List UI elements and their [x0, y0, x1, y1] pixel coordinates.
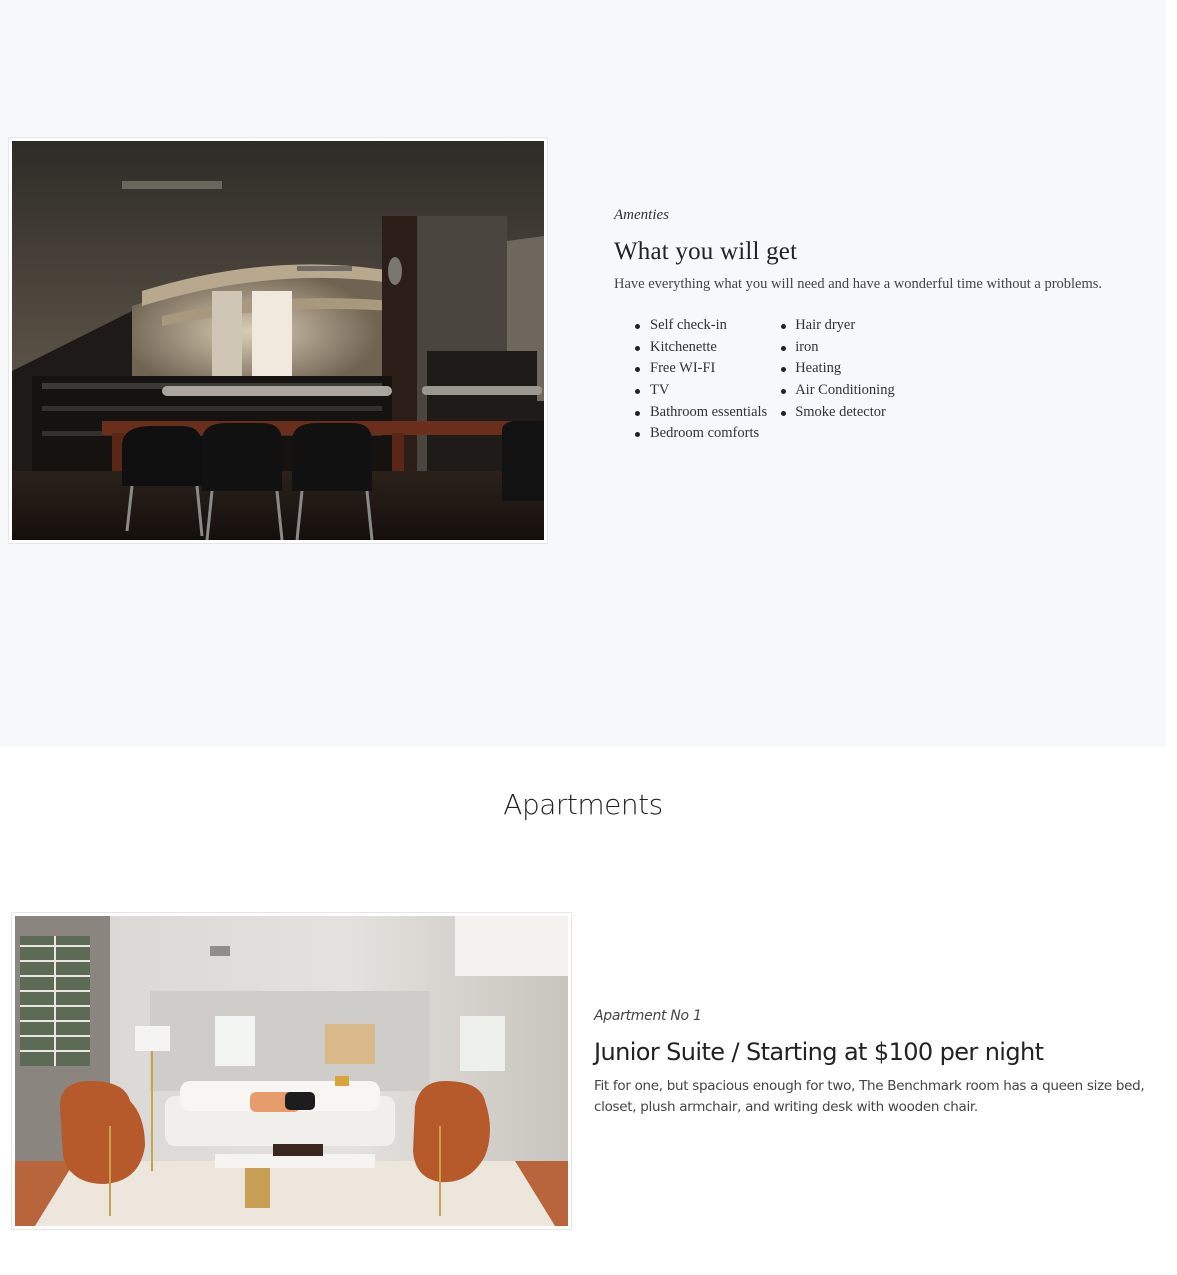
- amenities-description: Have everything what you will need and h…: [614, 276, 1103, 292]
- amenities-section: Amenties What you will get Have everythi…: [0, 0, 1166, 747]
- amenity-item: TV: [614, 380, 767, 402]
- apartment-description: Fit for one, but spacious enough for two…: [594, 1078, 1145, 1115]
- amenities-eyebrow: Amenties: [614, 207, 669, 223]
- amenity-item: Heating: [781, 358, 895, 380]
- amenity-item: Self check-in: [614, 315, 767, 337]
- amenity-item: Hair dryer: [781, 315, 895, 337]
- library-interior-photo: [12, 141, 544, 540]
- apartment-number: Apartment No 1: [594, 1008, 702, 1024]
- living-room-photo: [15, 916, 568, 1226]
- amenity-item: Bathroom essentials: [614, 402, 767, 424]
- amenity-item: Free WI-FI: [614, 358, 767, 380]
- amenities-title: What you will get: [614, 238, 798, 265]
- amenity-item: Air Conditioning: [781, 380, 895, 402]
- amenity-item: Bedroom comforts: [614, 423, 767, 445]
- library-photo-frame: [8, 137, 548, 544]
- amenity-item: iron: [781, 337, 895, 359]
- apartment-title[interactable]: Junior Suite / Starting at $100 per nigh…: [594, 1038, 1154, 1066]
- amenities-list-left: Self check-in Kitchenette Free WI-FI TV …: [614, 315, 767, 445]
- apartment-photo-frame: [11, 912, 572, 1230]
- apartment-card-text: Apartment No 1 Junior Suite / Starting a…: [594, 1008, 1154, 1118]
- amenities-text: Amenties What you will get Have everythi…: [614, 207, 1154, 445]
- apartments-heading: Apartments: [503, 788, 663, 821]
- amenity-item: Kitchenette: [614, 337, 767, 359]
- amenities-list-right: Hair dryer iron Heating Air Conditioning…: [781, 315, 895, 445]
- amenity-item: Smoke detector: [781, 402, 895, 424]
- amenities-lists: Self check-in Kitchenette Free WI-FI TV …: [614, 315, 1154, 445]
